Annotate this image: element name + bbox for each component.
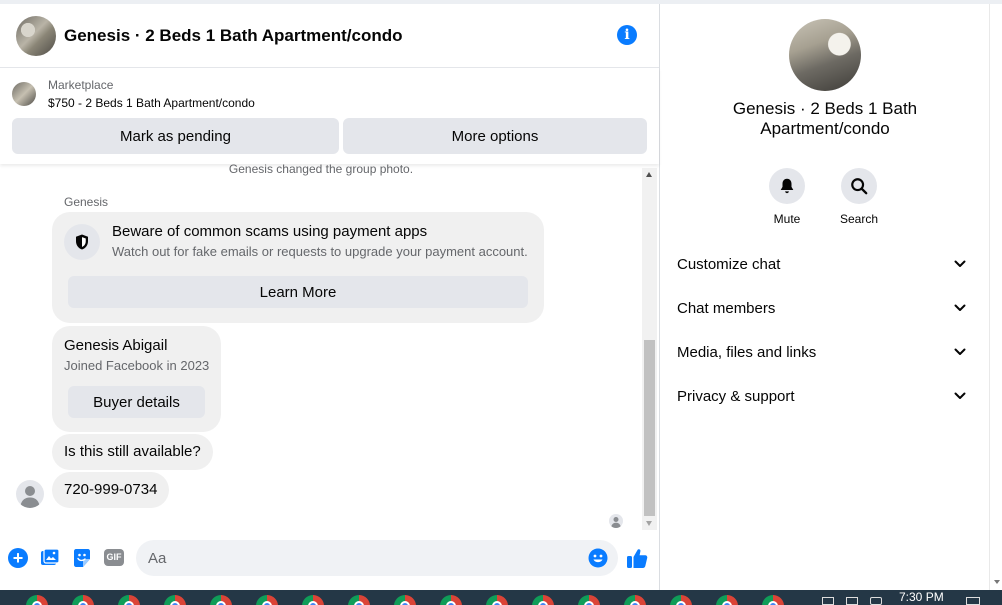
message-scrollbar[interactable] <box>642 168 657 530</box>
buyer-name: Genesis Abigail <box>64 337 168 354</box>
chevron-down-icon <box>954 304 966 311</box>
details-pane: Genesis · 2 Beds 1 Bath Apartment/condo … <box>661 4 989 590</box>
chrome-taskbar-icon[interactable] <box>532 595 554 605</box>
search-label: Search <box>839 212 879 226</box>
plus-icon[interactable]: + <box>8 548 28 568</box>
thumbs-up-icon[interactable] <box>626 547 648 569</box>
message-bubble[interactable]: Is this still available? <box>52 434 213 470</box>
composer: + GIF <box>0 536 659 580</box>
menu-chat-members[interactable]: Chat members <box>669 286 981 330</box>
menu-media-files-links[interactable]: Media, files and links <box>669 330 981 374</box>
chrome-taskbar-icon[interactable] <box>486 595 508 605</box>
sender-name: Genesis <box>64 195 109 209</box>
chevron-down-icon <box>954 392 966 399</box>
chrome-taskbar-icon[interactable] <box>578 595 600 605</box>
menu-label: Media, files and links <box>677 343 817 361</box>
chrome-taskbar-icon[interactable] <box>164 595 186 605</box>
chrome-taskbar-icon[interactable] <box>394 595 416 605</box>
mute-label: Mute <box>773 212 801 226</box>
chrome-taskbar-icon[interactable] <box>624 595 646 605</box>
chat-avatar[interactable] <box>16 15 56 56</box>
scroll-down-arrow[interactable] <box>994 580 1000 584</box>
chat-title[interactable]: Genesis · 2 Beds 1 Bath Apartment/condo <box>64 26 403 46</box>
seen-indicator-avatar <box>609 514 623 528</box>
chat-header: Genesis · 2 Beds 1 Bath Apartment/condo … <box>0 4 659 68</box>
volume-icon[interactable] <box>870 597 882 605</box>
chrome-taskbar-icon[interactable] <box>72 595 94 605</box>
taskbar: 7:30 PM <box>0 590 1002 605</box>
battery-icon[interactable] <box>846 597 858 605</box>
menu-label: Customize chat <box>677 255 781 273</box>
chrome-taskbar-icon[interactable] <box>670 595 692 605</box>
network-icon[interactable] <box>822 597 834 605</box>
menu-customize-chat[interactable]: Customize chat <box>669 242 981 286</box>
chat-pane: Genesis · 2 Beds 1 Bath Apartment/condo … <box>0 4 660 590</box>
scam-warning-body: Watch out for fake emails or requests to… <box>112 244 528 259</box>
chrome-taskbar-icon[interactable] <box>118 595 140 605</box>
menu-label: Privacy & support <box>677 387 795 405</box>
chrome-taskbar-icon[interactable] <box>440 595 462 605</box>
chrome-taskbar-icon[interactable] <box>348 595 370 605</box>
info-icon[interactable]: i <box>617 25 637 45</box>
search-icon <box>841 168 877 204</box>
chrome-taskbar-icon[interactable] <box>26 595 48 605</box>
taskbar-clock[interactable]: 7:30 PM <box>899 590 944 604</box>
chrome-taskbar-icon[interactable] <box>256 595 278 605</box>
scroll-down-arrow[interactable] <box>646 521 652 526</box>
messenger-window: Genesis · 2 Beds 1 Bath Apartment/condo … <box>0 0 1002 590</box>
listing-banner: Marketplace $750 - 2 Beds 1 Bath Apartme… <box>0 68 659 164</box>
buyer-joined-date: Joined Facebook in 2023 <box>64 358 210 373</box>
mark-as-pending-button[interactable]: Mark as pending <box>12 118 339 154</box>
page-scrollbar[interactable] <box>989 4 1002 590</box>
message-list: Genesis changed the group photo. Genesis… <box>0 164 642 532</box>
menu-privacy-support[interactable]: Privacy & support <box>669 374 981 418</box>
chrome-taskbar-icon[interactable] <box>716 595 738 605</box>
gif-icon[interactable]: GIF <box>104 549 124 566</box>
notifications-icon[interactable] <box>966 597 980 605</box>
emoji-icon[interactable] <box>588 548 608 568</box>
chrome-taskbar-icon[interactable] <box>762 595 784 605</box>
shield-icon <box>64 224 100 260</box>
system-note: Genesis changed the group photo. <box>228 164 414 176</box>
chevron-down-icon <box>954 260 966 267</box>
photo-icon[interactable] <box>40 548 60 568</box>
message-input[interactable] <box>148 540 568 576</box>
chrome-taskbar-icon[interactable] <box>210 595 232 605</box>
listing-thumbnail[interactable] <box>12 82 36 106</box>
bell-icon <box>769 168 805 204</box>
listing-source: Marketplace <box>48 78 114 92</box>
sticker-icon[interactable] <box>72 548 92 568</box>
listing-title[interactable]: $750 - 2 Beds 1 Bath Apartment/condo <box>48 96 255 110</box>
menu-label: Chat members <box>677 299 776 317</box>
mute-button[interactable]: Mute <box>759 168 815 226</box>
message-input-wrapper <box>136 540 618 576</box>
buyer-details-button[interactable]: Buyer details <box>68 386 205 418</box>
details-title: Genesis · 2 Beds 1 Bath Apartment/condo <box>732 99 918 138</box>
scam-warning-card: Beware of common scams using payment app… <box>52 212 544 323</box>
learn-more-button[interactable]: Learn More <box>68 276 528 308</box>
buyer-card: Genesis Abigail Joined Facebook in 2023 … <box>52 326 221 432</box>
scroll-thumb[interactable] <box>644 340 655 516</box>
more-options-button[interactable]: More options <box>343 118 647 154</box>
message-bubble[interactable]: 720-999-0734 <box>52 472 170 508</box>
chevron-down-icon <box>954 348 966 355</box>
chrome-taskbar-icon[interactable] <box>302 595 324 605</box>
sender-avatar[interactable] <box>16 480 44 508</box>
scam-warning-title: Beware of common scams using payment app… <box>112 223 428 240</box>
scroll-up-arrow[interactable] <box>646 172 652 177</box>
search-button[interactable]: Search <box>831 168 887 226</box>
details-avatar[interactable] <box>789 19 861 91</box>
